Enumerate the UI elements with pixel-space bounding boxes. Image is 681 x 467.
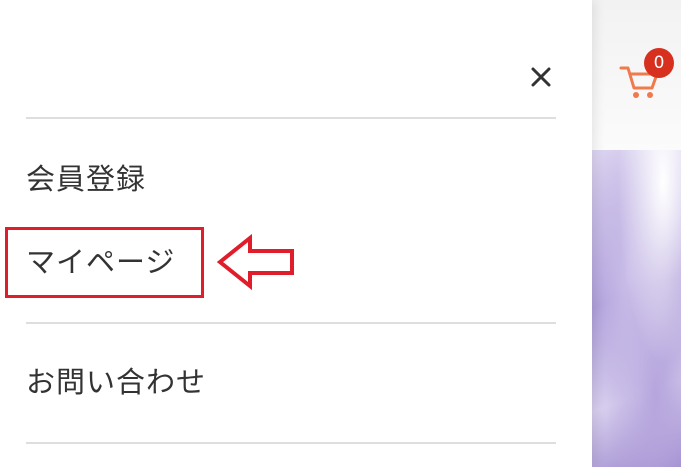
highlight-box — [5, 227, 204, 298]
cart-count-badge: 0 — [644, 48, 674, 78]
left-arrow-icon — [216, 232, 296, 292]
menu-divider — [26, 322, 556, 324]
menu-divider — [26, 117, 556, 119]
hero-image — [592, 150, 681, 467]
close-menu-button[interactable] — [526, 62, 556, 92]
menu-item-register[interactable]: 会員登録 — [26, 154, 146, 204]
close-icon — [531, 67, 551, 87]
menu-divider — [26, 442, 556, 444]
menu-item-contact[interactable]: お問い合わせ — [26, 357, 206, 407]
